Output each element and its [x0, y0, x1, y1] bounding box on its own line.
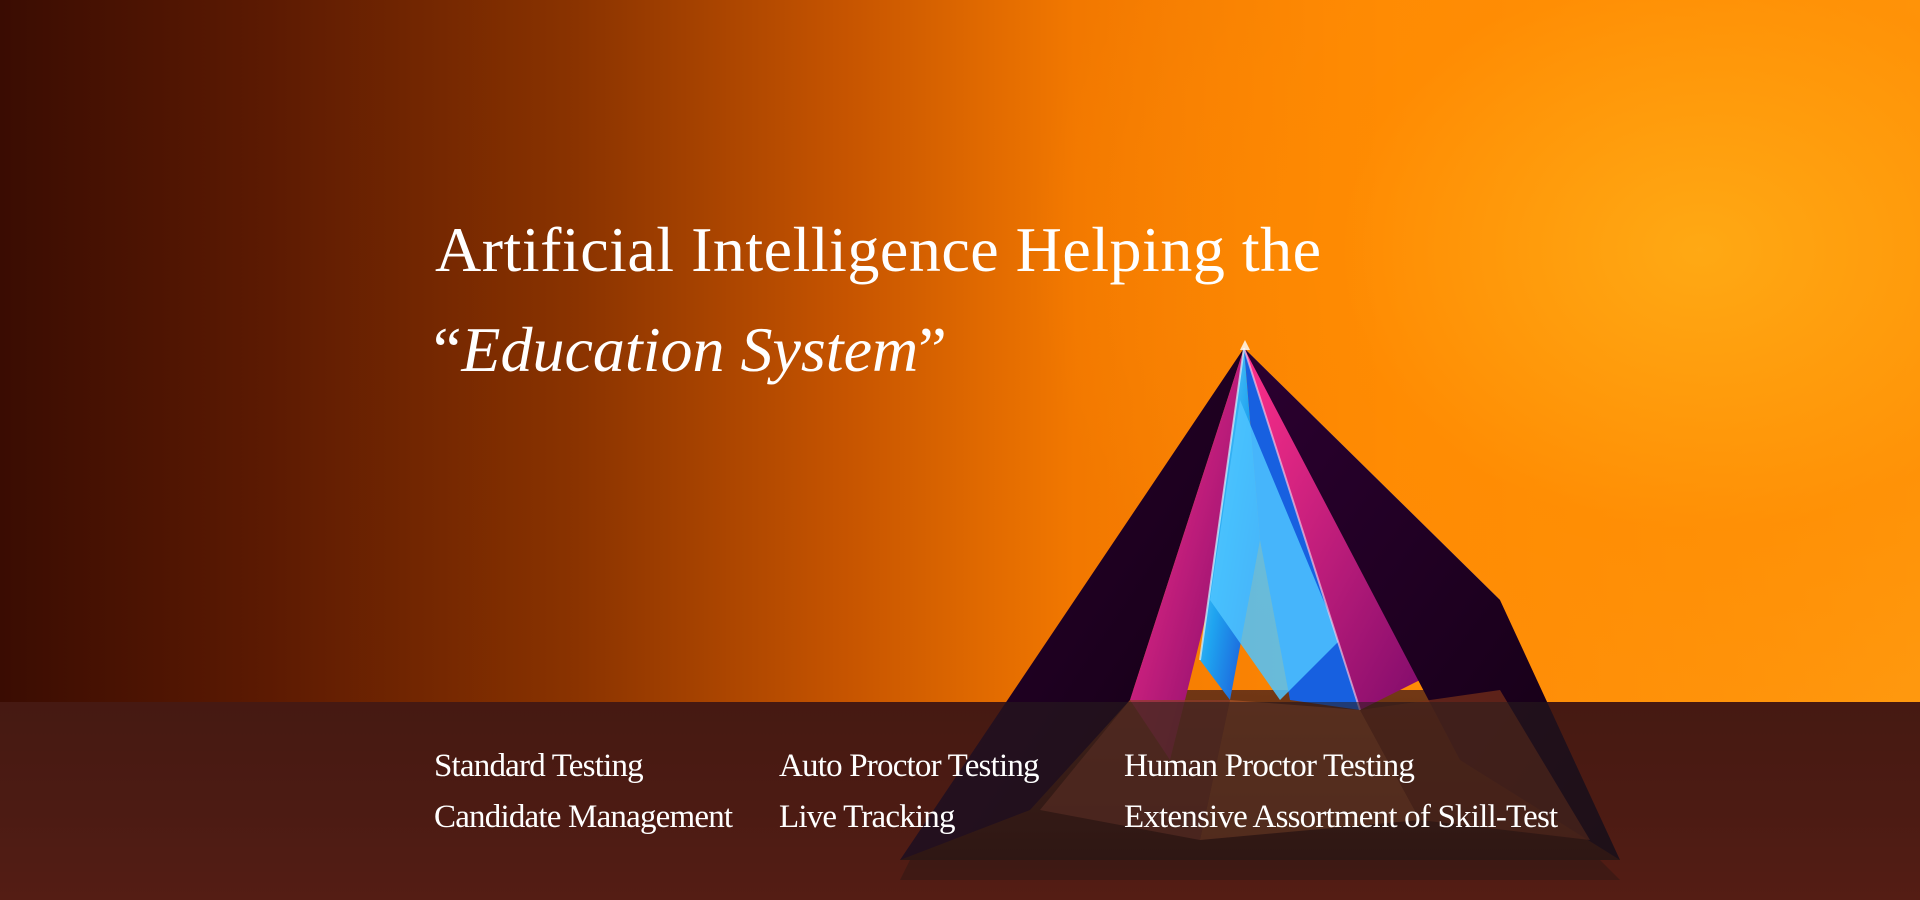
hero-headline: Artificial Intelligence Helping the [435, 214, 1322, 285]
education-system-phrase: Education System [461, 314, 919, 385]
open-quote: “ [433, 314, 462, 385]
hero-subheadline: “Education System” [433, 318, 947, 382]
feature-candidate-management[interactable]: Candidate Management [434, 792, 779, 843]
feature-skill-test-assortment[interactable]: Extensive Assortment of Skill-Test [1124, 792, 1558, 843]
feature-auto-proctor-testing[interactable]: Auto Proctor Testing [779, 741, 1124, 792]
feature-standard-testing[interactable]: Standard Testing [434, 741, 779, 792]
feature-live-tracking[interactable]: Live Tracking [779, 792, 1124, 843]
feature-human-proctor-testing[interactable]: Human Proctor Testing [1124, 741, 1544, 792]
feature-list: Standard Testing Auto Proctor Testing Hu… [434, 741, 1558, 843]
close-quote: ” [918, 314, 947, 385]
